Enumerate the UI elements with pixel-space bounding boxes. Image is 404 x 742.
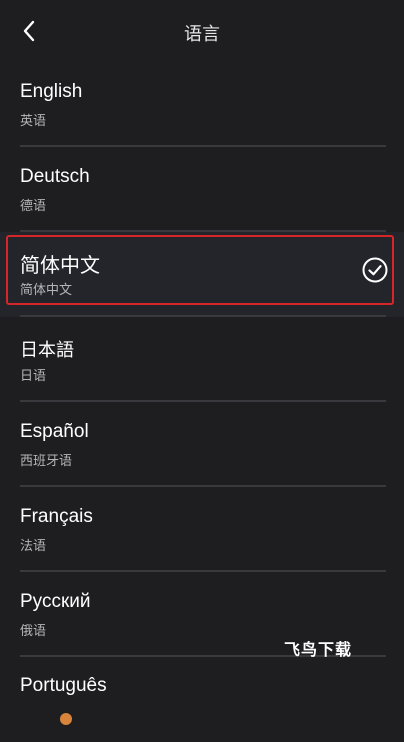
- language-name: Deutsch: [20, 166, 90, 187]
- language-item-deutsch[interactable]: Deutsch 德语: [0, 147, 404, 232]
- watermark-text: 飞鸟下载: [284, 640, 353, 659]
- language-item-japanese[interactable]: 日本語 日语: [0, 317, 404, 402]
- language-native-label: 德语: [20, 199, 47, 214]
- language-native-label: 简体中文: [20, 283, 73, 298]
- page-title: 语言: [184, 24, 220, 45]
- language-name: Français: [20, 506, 93, 527]
- header-bar: 语言: [0, 0, 404, 62]
- language-name: Español: [20, 421, 89, 442]
- language-name: 简体中文: [20, 253, 100, 277]
- language-native-label: 西班牙语: [20, 454, 73, 469]
- language-name: English: [20, 81, 83, 102]
- language-native-label: 法语: [20, 539, 47, 554]
- language-name: Русский: [20, 591, 91, 612]
- language-item-simplified-chinese[interactable]: 简体中文 简体中文: [0, 232, 404, 317]
- language-item-english[interactable]: English 英语: [0, 62, 404, 147]
- language-native-label: 日语: [20, 369, 47, 384]
- language-native-label: 俄语: [20, 624, 47, 639]
- language-item-portuguese[interactable]: Português: [0, 657, 404, 742]
- check-circle-icon: [362, 257, 388, 283]
- bottom-edge-dot: [60, 713, 72, 725]
- language-item-french[interactable]: Français 法语: [0, 487, 404, 572]
- language-item-spanish[interactable]: Español 西班牙语: [0, 402, 404, 487]
- language-name: Português: [20, 675, 107, 696]
- language-name: 日本語: [20, 340, 74, 361]
- language-native-label: 英语: [20, 114, 47, 129]
